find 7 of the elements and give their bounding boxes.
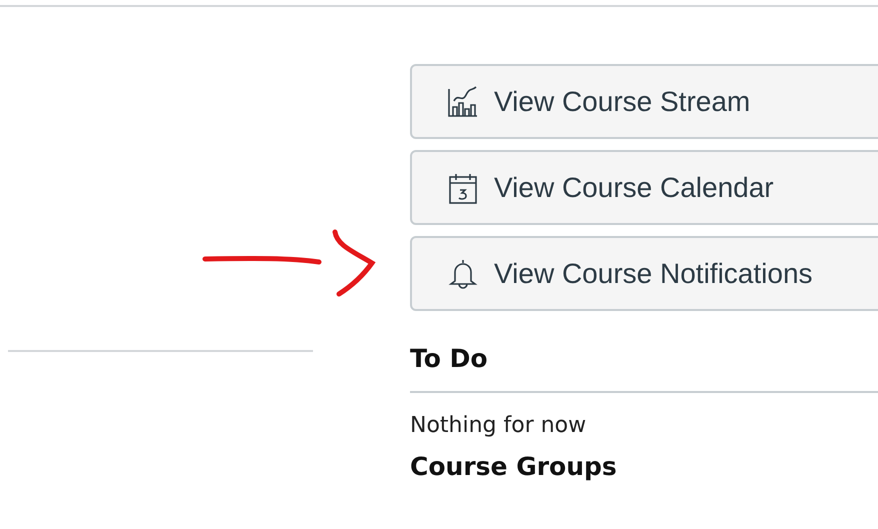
- section-heading: To Do: [410, 344, 489, 373]
- chart-icon: [446, 84, 480, 118]
- section-heading: Course Groups: [410, 452, 618, 481]
- course-nav-button[interactable]: View Course Stream: [410, 64, 878, 139]
- course-nav-button[interactable]: View Course Calendar: [410, 150, 878, 225]
- empty-message: Nothing for now: [410, 413, 588, 438]
- course-nav-button[interactable]: View Course Notifications: [410, 236, 878, 311]
